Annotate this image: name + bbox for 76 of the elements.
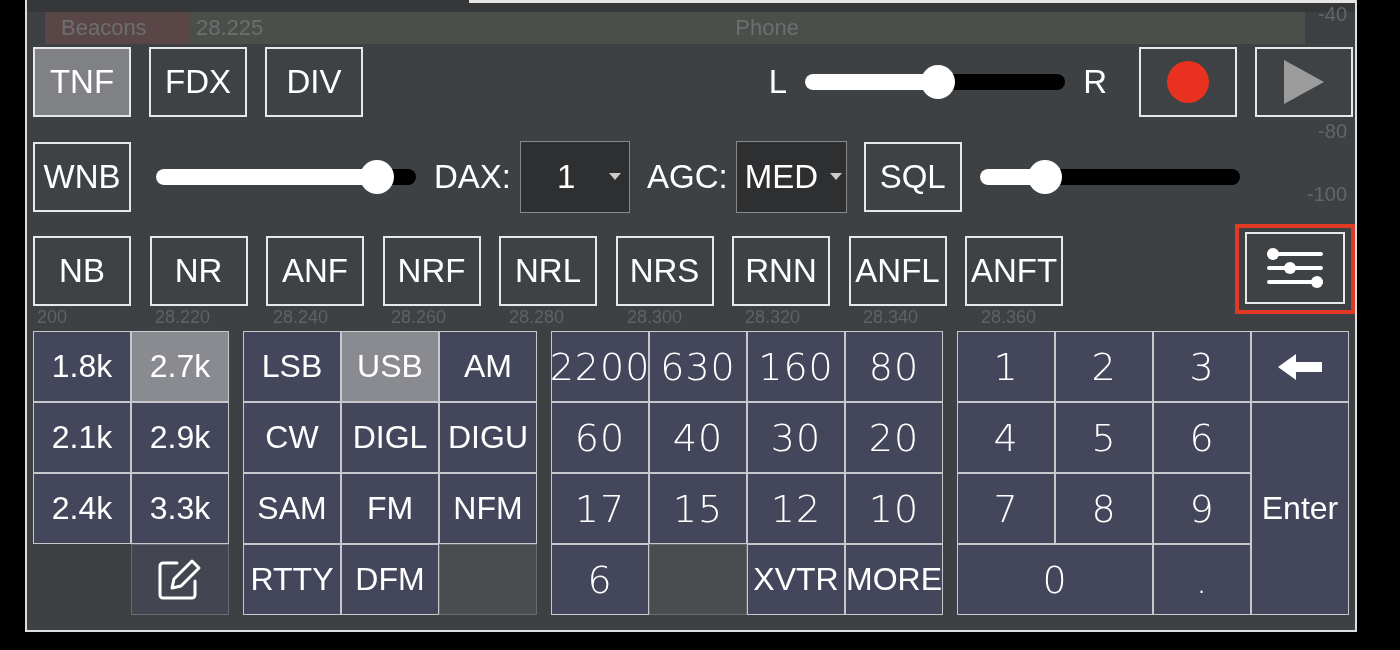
- toggle-button[interactable]: NB: [33, 236, 131, 306]
- digit-key[interactable]: 1: [958, 332, 1054, 401]
- agc-label: AGC:: [647, 157, 728, 196]
- toggle-button[interactable]: ANFL: [848, 236, 947, 306]
- mode-key[interactable]: DFM: [342, 545, 438, 614]
- toggle-button[interactable]: NR: [149, 236, 248, 306]
- mode-key[interactable]: CW: [244, 403, 340, 472]
- settings-button[interactable]: [1245, 232, 1345, 304]
- left-label: L: [768, 63, 788, 101]
- mode-key[interactable]: RTTY: [244, 545, 340, 614]
- dropdown-caret-icon: [609, 172, 622, 181]
- record-button[interactable]: [1139, 47, 1237, 117]
- band-key[interactable]: 30: [748, 403, 844, 472]
- settings-sliders-icon: [1265, 248, 1325, 288]
- toggle-button[interactable]: NRF: [382, 236, 481, 306]
- dax-label: DAX:: [434, 157, 512, 196]
- mode-key[interactable]: FM: [342, 474, 438, 543]
- toggle-button[interactable]: DIV: [265, 47, 363, 117]
- digit-key[interactable]: 2: [1056, 332, 1152, 401]
- mode-key[interactable]: DIGU: [440, 403, 536, 472]
- toggle-button[interactable]: NRL: [499, 236, 597, 306]
- mode-key[interactable]: DIGL: [342, 403, 438, 472]
- band-key[interactable]: 80: [846, 332, 942, 401]
- filter-key[interactable]: 3.3k: [132, 474, 228, 543]
- filter-key[interactable]: 2.1k: [34, 403, 130, 472]
- toggle-button[interactable]: RNN: [732, 236, 830, 306]
- balance-slider[interactable]: [805, 65, 1066, 99]
- toggle-button[interactable]: ANFT: [965, 236, 1063, 306]
- band-key[interactable]: 160: [748, 332, 844, 401]
- band-key[interactable]: 15: [650, 474, 746, 543]
- right-label: R: [1083, 63, 1107, 101]
- mode-key[interactable]: LSB: [244, 332, 340, 401]
- band-key[interactable]: 630: [650, 332, 746, 401]
- band-key[interactable]: 2200: [552, 332, 648, 401]
- dropdown-caret-icon: [829, 172, 842, 181]
- toggle-button[interactable]: TNF: [33, 47, 131, 117]
- toggle-button[interactable]: ANF: [266, 236, 364, 306]
- digit-key[interactable]: 0: [958, 545, 1152, 614]
- mode-key[interactable]: AM: [440, 332, 536, 401]
- band-key[interactable]: 12: [748, 474, 844, 543]
- mode-key[interactable]: NFM: [440, 474, 536, 543]
- agc-dropdown[interactable]: MED: [735, 140, 847, 213]
- toggle-button[interactable]: NRS: [615, 236, 714, 306]
- squelch-slider[interactable]: [979, 159, 1240, 194]
- band-key[interactable]: 6: [552, 545, 648, 614]
- enter-key[interactable]: Enter: [1252, 403, 1348, 614]
- band-key[interactable]: 20: [846, 403, 942, 472]
- digit-key[interactable]: 8: [1056, 474, 1152, 543]
- digit-key[interactable]: 3: [1154, 332, 1250, 401]
- backspace-key[interactable]: [1252, 332, 1348, 401]
- record-icon: [1167, 61, 1209, 103]
- digit-key[interactable]: 4: [958, 403, 1054, 472]
- band-key[interactable]: 40: [650, 403, 746, 472]
- toggle-button[interactable]: WNB: [33, 141, 131, 212]
- dax-dropdown[interactable]: 1: [520, 140, 631, 213]
- band-key[interactable]: MORE: [846, 545, 942, 614]
- digit-key[interactable]: 5: [1056, 403, 1152, 472]
- digit-key[interactable]: 9: [1154, 474, 1250, 543]
- band-key[interactable]: XVTR: [748, 545, 844, 614]
- band-key[interactable]: 60: [552, 403, 648, 472]
- level-slider[interactable]: [156, 159, 416, 194]
- digit-key[interactable]: 6: [1154, 403, 1250, 472]
- play-button[interactable]: [1255, 47, 1353, 117]
- toggle-button[interactable]: FDX: [149, 47, 247, 117]
- filter-key[interactable]: 1.8k: [34, 332, 130, 401]
- band-key[interactable]: 17: [552, 474, 648, 543]
- filter-key[interactable]: 2.4k: [34, 474, 130, 543]
- mode-key[interactable]: SAM: [244, 474, 340, 543]
- filter-key[interactable]: 2.9k: [132, 403, 228, 472]
- play-icon: [1284, 60, 1324, 104]
- digit-key[interactable]: .: [1154, 545, 1250, 614]
- band-key[interactable]: 10: [846, 474, 942, 543]
- toggle-button[interactable]: SQL: [863, 141, 962, 212]
- edit-button[interactable]: [132, 545, 228, 614]
- left-arrow-icon: [1276, 351, 1324, 382]
- digit-key[interactable]: 7: [958, 474, 1054, 543]
